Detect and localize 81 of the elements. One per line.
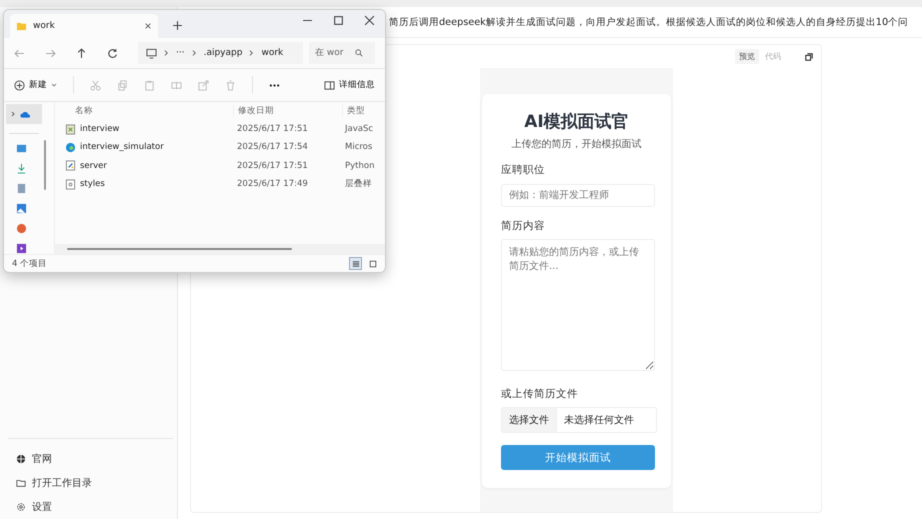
search-field[interactable]: 在 wor — [308, 42, 375, 64]
panel-icon — [324, 80, 335, 90]
sidebar-item[interactable]: 官网 — [8, 447, 173, 471]
sidebar-item[interactable]: 打开工作目录 — [8, 471, 173, 495]
clipboard-icon[interactable] — [144, 80, 155, 90]
field-label: 或上传简历文件 — [501, 387, 579, 401]
new-button[interactable]: 新建 — [14, 79, 57, 91]
close-icon[interactable] — [364, 15, 375, 26]
file-date: 2025/6/17 17:49 — [236, 179, 309, 190]
search-icon — [354, 49, 363, 57]
file-row[interactable]: server 2025/6/17 17:51 Python — [55, 156, 385, 175]
file-icon — [65, 178, 76, 190]
settings-icon — [16, 502, 26, 512]
column-header[interactable]: 名称 — [55, 105, 233, 117]
details-view-button[interactable] — [349, 257, 362, 270]
preview-tab[interactable]: 预览 — [735, 49, 759, 64]
up-arrow-icon[interactable] — [76, 48, 87, 58]
file-type: 层叠样 — [344, 178, 372, 190]
search-input[interactable]: 在 wor — [314, 48, 355, 58]
list-icon — [352, 260, 360, 268]
field-label: 应聘职位 — [501, 163, 546, 177]
monitor-icon — [146, 48, 157, 58]
script-file-icon — [65, 124, 76, 135]
position-input[interactable]: 例如：前端开发工程师 — [501, 184, 655, 207]
resume-textarea[interactable]: 请粘贴您的简历内容，或上传简历文件... — [501, 239, 655, 371]
form-subtitle: 上传您的简历，开始模拟面试 — [510, 138, 642, 151]
chat-message: 简历后调用deepseek解读并生成面试问题，向用户发起面试。根据候选人面试的岗位和候选人的自身经历提出10个问 — [389, 16, 908, 28]
file-name: server — [80, 160, 107, 171]
folder-icon — [16, 478, 26, 488]
file-row[interactable]: styles 2025/6/17 17:49 层叠样 — [55, 174, 385, 194]
video-icon[interactable] — [16, 243, 26, 254]
file-name: interview — [80, 124, 120, 134]
copy-icon[interactable] — [805, 52, 813, 60]
close-icon[interactable] — [144, 22, 152, 30]
breadcrumb-item[interactable]: .aipyapp — [204, 48, 242, 58]
back-arrow-icon[interactable] — [14, 48, 25, 58]
file-date: 2025/6/17 17:51 — [236, 124, 309, 134]
folder-icon — [16, 20, 27, 32]
address-bar[interactable]: ··· .aipyapp work — [138, 42, 303, 64]
file-name: styles — [80, 179, 105, 190]
breadcrumb-item[interactable]: work — [261, 48, 284, 58]
file-row[interactable]: interview 2025/6/17 17:51 JavaSc — [55, 120, 385, 138]
python-file-icon — [65, 160, 76, 172]
music-icon[interactable] — [16, 223, 26, 234]
document-icon[interactable] — [16, 183, 26, 194]
desktop-icon[interactable] — [16, 143, 26, 154]
explorer-tab[interactable]: work — [10, 14, 158, 38]
maximize-icon[interactable] — [333, 15, 344, 26]
chevron-icon[interactable] — [10, 111, 16, 117]
details-button[interactable]: 详细信息 — [324, 79, 375, 91]
choose-file-button[interactable]: 选择文件 — [502, 408, 557, 432]
forward-arrow-icon[interactable] — [45, 48, 56, 58]
plus-circle-icon — [14, 80, 25, 90]
column-header[interactable]: 修改日期 — [233, 105, 342, 117]
browser-file-icon — [65, 142, 76, 153]
file-type: Micros — [344, 142, 372, 152]
column-header[interactable]: 类型 — [342, 105, 365, 117]
refresh-icon[interactable] — [107, 48, 118, 58]
picture-icon[interactable] — [16, 203, 26, 214]
chevron-icon — [192, 49, 197, 57]
chevron-icon — [164, 49, 169, 57]
file-name: interview_simulator — [80, 142, 164, 152]
file-status: 未选择任何文件 — [563, 414, 635, 428]
chevron-icon — [249, 49, 254, 57]
caret-icon — [51, 82, 57, 88]
scrollbar-thumb[interactable] — [67, 248, 292, 250]
globe-icon — [16, 454, 26, 464]
file-date: 2025/6/17 17:51 — [236, 160, 309, 171]
file-row[interactable]: interview_simulator 2025/6/17 17:54 Micros — [55, 138, 385, 157]
download-icon[interactable] — [16, 163, 26, 174]
plus-icon[interactable] — [172, 20, 183, 31]
file-date: 2025/6/17 17:54 — [236, 142, 309, 152]
square-icon — [368, 260, 376, 268]
file-type: JavaSc — [344, 124, 374, 134]
field-label: 简历内容 — [501, 219, 546, 233]
file-type: Python — [344, 160, 374, 171]
item-count: 4 个项目 — [12, 258, 48, 270]
sidebar-item[interactable]: 设置 — [8, 495, 173, 519]
breadcrumb-item[interactable]: ··· — [176, 48, 185, 58]
file-picker[interactable]: 选择文件 未选择任何文件 — [501, 407, 657, 433]
form-title: AI模拟面试官 — [523, 111, 630, 133]
